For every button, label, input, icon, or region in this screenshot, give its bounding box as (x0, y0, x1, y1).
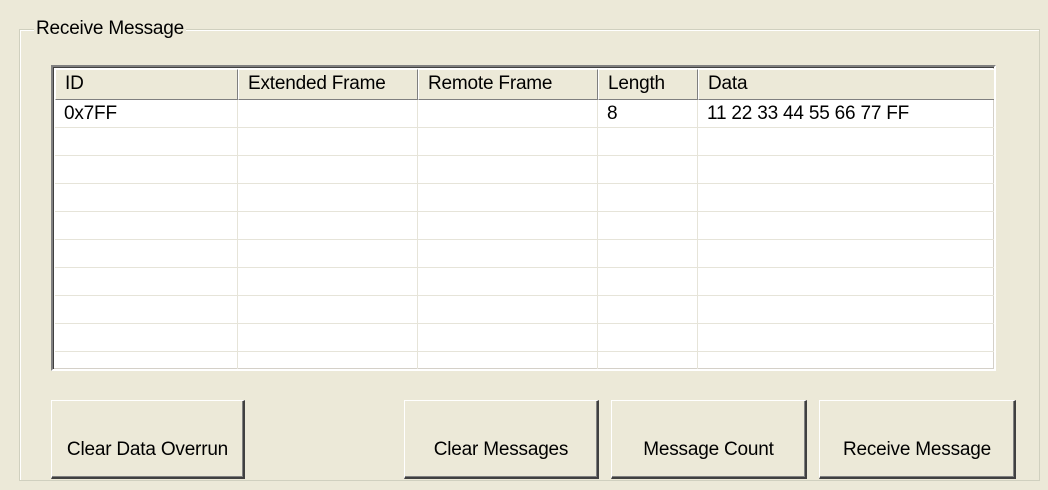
table-cell (238, 128, 418, 155)
table-cell (418, 240, 598, 267)
table-cell (598, 212, 698, 239)
column-header-data[interactable]: Data (698, 69, 994, 100)
table-cell (698, 128, 994, 155)
receive-message-list[interactable]: ID Extended Frame Remote Frame Length Da… (51, 65, 996, 371)
table-row[interactable] (55, 268, 994, 296)
table-cell (418, 296, 598, 323)
table-cell (598, 156, 698, 183)
table-cell (418, 100, 598, 127)
table-cell (598, 352, 698, 369)
table-cell: 8 (598, 100, 698, 127)
table-cell (418, 268, 598, 295)
table-cell (418, 212, 598, 239)
table-cell (238, 324, 418, 351)
receive-message-button[interactable]: Receive Message (819, 400, 1016, 479)
table-cell (238, 296, 418, 323)
table-cell (55, 296, 238, 323)
table-cell (698, 212, 994, 239)
list-body: 0x7FF 8 11 22 33 44 55 66 77 FF (55, 100, 994, 369)
clear-data-overrun-button[interactable]: Clear Data Overrun (51, 400, 245, 479)
groupbox-title: Receive Message (34, 17, 187, 41)
table-cell (698, 268, 994, 295)
table-row[interactable] (55, 240, 994, 268)
table-cell (698, 156, 994, 183)
table-cell (55, 268, 238, 295)
table-row[interactable]: 0x7FF 8 11 22 33 44 55 66 77 FF (55, 100, 994, 128)
table-cell (598, 184, 698, 211)
table-cell (55, 240, 238, 267)
table-cell (698, 324, 994, 351)
table-row[interactable] (55, 324, 994, 352)
table-cell (418, 324, 598, 351)
table-cell (418, 184, 598, 211)
table-cell (698, 240, 994, 267)
table-cell: 11 22 33 44 55 66 77 FF (698, 100, 994, 127)
table-cell (55, 128, 238, 155)
column-header-length[interactable]: Length (598, 69, 698, 100)
table-cell (55, 352, 238, 369)
table-cell (238, 352, 418, 369)
table-cell (598, 268, 698, 295)
clear-messages-button[interactable]: Clear Messages (404, 400, 599, 479)
table-row[interactable] (55, 296, 994, 324)
table-cell (238, 212, 418, 239)
table-cell (598, 240, 698, 267)
table-cell (238, 156, 418, 183)
table-cell (238, 240, 418, 267)
column-header-extended-frame[interactable]: Extended Frame (238, 69, 418, 100)
table-cell (598, 296, 698, 323)
table-cell (418, 156, 598, 183)
list-header: ID Extended Frame Remote Frame Length Da… (55, 69, 994, 100)
table-cell (598, 128, 698, 155)
table-cell (55, 184, 238, 211)
table-cell (238, 184, 418, 211)
table-row[interactable] (55, 156, 994, 184)
table-row[interactable] (55, 352, 994, 369)
table-cell (698, 296, 994, 323)
table-cell (418, 128, 598, 155)
table-row[interactable] (55, 128, 994, 156)
table-cell (698, 184, 994, 211)
column-header-id[interactable]: ID (55, 69, 238, 100)
message-count-button[interactable]: Message Count (611, 400, 807, 479)
table-cell (238, 100, 418, 127)
table-cell (238, 268, 418, 295)
table-cell (55, 212, 238, 239)
table-cell (55, 324, 238, 351)
table-cell (598, 324, 698, 351)
table-row[interactable] (55, 184, 994, 212)
table-cell (698, 352, 994, 369)
table-cell: 0x7FF (55, 100, 238, 127)
column-header-remote-frame[interactable]: Remote Frame (418, 69, 598, 100)
table-cell (55, 156, 238, 183)
table-row[interactable] (55, 212, 994, 240)
table-cell (418, 352, 598, 369)
